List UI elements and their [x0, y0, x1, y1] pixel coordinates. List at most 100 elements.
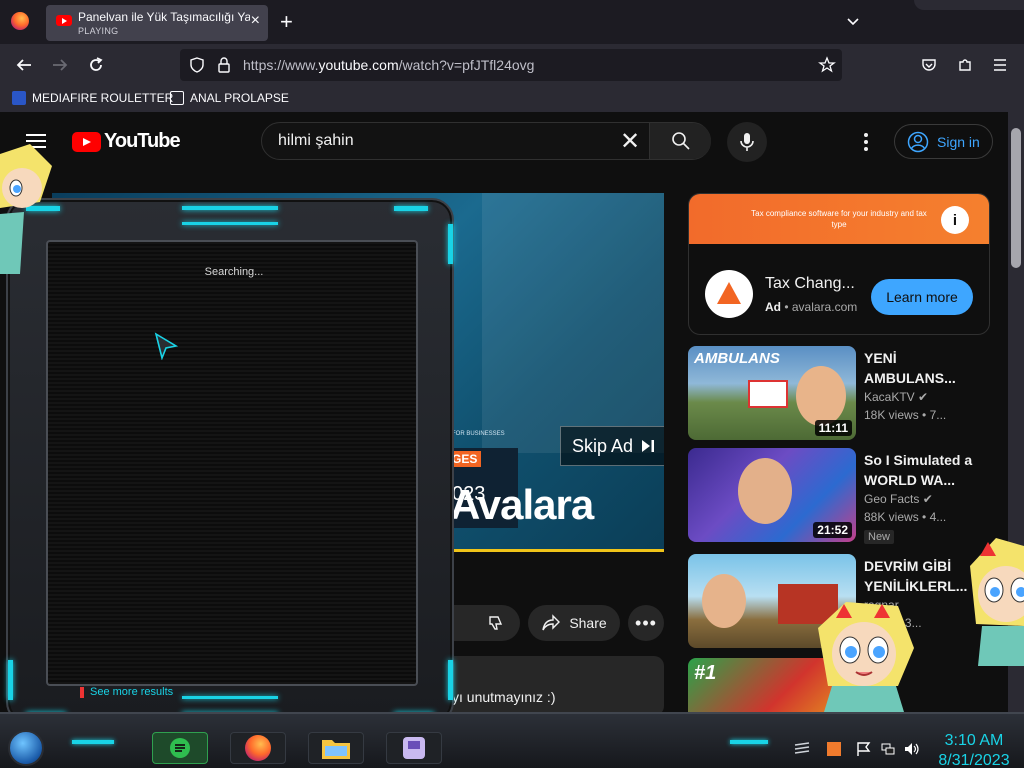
video-stats: 18K views • 7...	[864, 408, 947, 422]
frame-light-decoration	[182, 222, 278, 225]
face-graphic	[738, 458, 792, 524]
video-thumbnail[interactable]: AMBULANS 11:11	[688, 346, 856, 440]
flag-icon	[80, 686, 84, 698]
lock-icon[interactable]	[217, 57, 231, 73]
youtube-play-logo-icon	[72, 131, 101, 152]
taskbar-app-notes[interactable]	[152, 732, 208, 764]
skip-ad-button[interactable]: Skip Ad	[560, 426, 664, 466]
youtube-favicon-icon	[56, 15, 72, 26]
search-overlay-window[interactable]: Searching... See more results	[6, 198, 454, 724]
pocket-icon[interactable]	[920, 56, 938, 74]
verified-check-icon: ✔	[918, 390, 929, 404]
notes-app-icon	[170, 738, 190, 758]
taskbar-app-firefox[interactable]	[230, 732, 286, 764]
tab-playing-status: PLAYING	[78, 26, 119, 36]
frame-light-decoration	[448, 224, 453, 264]
new-tab-button[interactable]: +	[280, 9, 293, 35]
ambulance-graphic	[748, 380, 788, 408]
search-input[interactable]: hilmi şahin	[278, 132, 354, 150]
clock-date[interactable]: 8/31/2023	[934, 752, 1014, 768]
settings-more-icon[interactable]	[856, 130, 876, 154]
volume-speaker-icon[interactable]	[904, 742, 920, 756]
browser-tab-active[interactable]: Panelvan ile Yük Taşımacılığı Yapıyoruz …	[46, 5, 268, 41]
frame-light-decoration	[394, 206, 428, 211]
bookmark-mediafire-rouletter[interactable]: MEDIAFIRE ROULETTER	[12, 91, 173, 105]
learn-more-button[interactable]: Learn more	[871, 279, 973, 315]
ad-background-panel	[482, 193, 664, 453]
youtube-logo[interactable]: YouTube	[72, 130, 181, 153]
taskbar-app-file-explorer[interactable]	[308, 732, 364, 764]
desktop: Panelvan ile Yük Taşımacılığı Yapıyoruz …	[0, 0, 1024, 768]
sign-in-button[interactable]: Sign in	[894, 124, 993, 159]
more-horizontal-icon: •••	[635, 612, 657, 633]
frame-light-decoration	[182, 206, 278, 210]
tray-network-bars-icon[interactable]	[794, 742, 810, 756]
back-arrow-icon[interactable]	[12, 53, 36, 77]
action-center-flag-icon[interactable]	[856, 742, 872, 756]
voice-search-button[interactable]	[727, 122, 767, 162]
page-favicon-icon	[170, 91, 184, 105]
ad-banner-image[interactable]: Tax compliance software for your industr…	[689, 194, 989, 244]
tab-title: Panelvan ile Yük Taşımacılığı Yapıyoruz	[78, 10, 250, 24]
frame-light-decoration	[182, 696, 278, 699]
bookmarks-toolbar: MEDIAFIRE ROULETTER ANAL PROLAPSE	[0, 86, 1024, 112]
see-more-results-link[interactable]: See more results	[80, 686, 173, 698]
ad-title[interactable]: Tax Chang...	[765, 275, 855, 293]
taskbar-light-decoration	[730, 740, 768, 744]
video-stats: 88K views • 4...	[864, 510, 947, 524]
tab-close-icon[interactable]: ×	[251, 12, 260, 30]
search-button[interactable]	[649, 123, 711, 159]
pointer-arrow-icon	[154, 332, 178, 360]
account-circle-icon	[907, 131, 929, 152]
video-thumbnail[interactable]: 21:52	[688, 448, 856, 542]
taskbar-app-media[interactable]	[386, 732, 442, 764]
bookmark-anal-prolapse[interactable]: ANAL PROLAPSE	[170, 91, 289, 105]
dislike-icon[interactable]	[487, 614, 505, 632]
media-player-icon	[403, 737, 425, 759]
sidebar-ad-card[interactable]: Tax compliance software for your industr…	[688, 193, 990, 335]
browser-tab-strip: Panelvan ile Yük Taşımacılığı Yapıyoruz …	[0, 0, 1024, 44]
ad-meta: Ad • avalara.com	[765, 300, 858, 314]
firefox-icon	[245, 735, 271, 761]
taskbar: 3:10 AM 8/31/2023	[0, 712, 1024, 768]
search-box[interactable]: hilmi şahin ✕	[261, 122, 711, 160]
recommended-video[interactable]: 21:52 So I Simulated a WORLD WA... Geo F…	[688, 448, 990, 544]
mediafire-favicon-icon	[12, 91, 26, 105]
address-bar[interactable]: https://www.youtube.com/watch?v=pfJTfl24…	[180, 49, 842, 81]
forward-arrow-icon[interactable]	[48, 53, 72, 77]
recommended-video[interactable]: AMBULANS 11:11 YENİ AMBULANS... KacaKTV …	[688, 346, 990, 440]
clock-time[interactable]: 3:10 AM	[934, 732, 1014, 750]
bookmark-star-icon[interactable]	[818, 56, 836, 74]
cartoon-character-sticker	[0, 144, 52, 274]
start-orb-button[interactable]	[8, 730, 44, 766]
share-button[interactable]: Share	[528, 605, 620, 641]
scrollbar-thumb[interactable]	[1011, 128, 1021, 268]
microphone-icon	[740, 133, 754, 151]
recommended-video-title: DEVRİM GİBİ YENİLİKLERL...	[864, 558, 968, 594]
face-graphic	[796, 366, 846, 426]
extensions-puzzle-icon[interactable]	[956, 56, 974, 74]
clear-search-icon[interactable]: ✕	[620, 127, 640, 156]
channel-name: Geo Facts ✔	[864, 492, 933, 506]
channel-name: KacaKTV ✔	[864, 390, 929, 404]
folder-icon	[322, 740, 350, 759]
cartoon-character-sticker	[970, 538, 1024, 666]
reload-icon[interactable]	[84, 53, 108, 77]
app-menu-icon[interactable]	[992, 57, 1008, 73]
ad-brand-wordmark: Avalara	[450, 481, 594, 528]
recommended-video-title: So I Simulated a WORLD WA...	[864, 452, 973, 488]
list-all-tabs-chevron-icon[interactable]	[846, 14, 860, 28]
browser-navigation-bar: https://www.youtube.com/watch?v=pfJTfl24…	[0, 44, 1024, 86]
new-badge: New	[864, 530, 895, 544]
results-panel: Searching...	[46, 240, 418, 686]
network-icon[interactable]	[880, 742, 896, 756]
tray-app-icon[interactable]	[826, 742, 842, 756]
ad-info-icon[interactable]: i	[941, 206, 969, 234]
firefox-menu-icon[interactable]	[11, 12, 29, 30]
shield-icon[interactable]	[189, 57, 205, 73]
more-actions-button[interactable]: •••	[628, 605, 664, 641]
share-arrow-icon	[542, 614, 561, 631]
avalara-logo-icon	[705, 270, 753, 318]
window-frame-decoration	[914, 0, 1024, 10]
search-icon	[671, 132, 690, 150]
